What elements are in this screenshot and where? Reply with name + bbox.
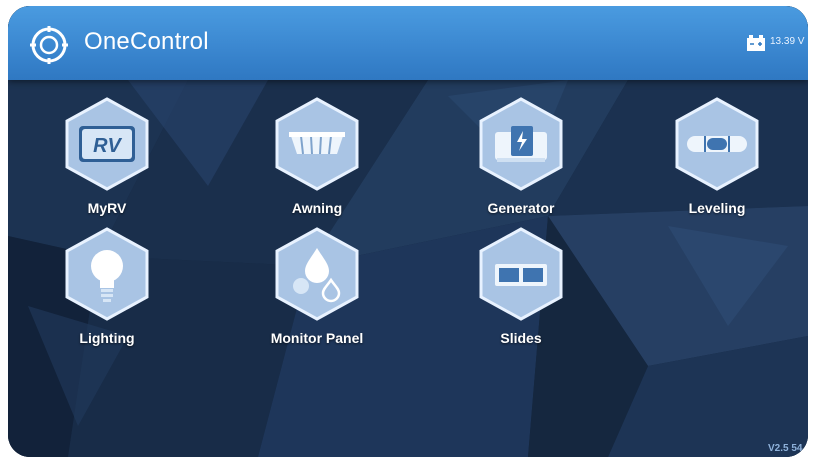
target-logo-icon[interactable] <box>30 26 68 64</box>
tile-label: Leveling <box>688 200 746 216</box>
tile-lighting[interactable]: Lighting <box>42 226 172 346</box>
tile-label: Slides <box>500 330 542 346</box>
rv-logo-icon: RV <box>65 97 149 191</box>
tile-monitor-panel[interactable]: Monitor Panel <box>252 226 382 346</box>
app-screen: OneControl 13.39 V RV MyRV Awning Genera… <box>8 6 808 457</box>
tile-label: MyRV <box>87 200 127 216</box>
tile-label: Generator <box>487 200 555 216</box>
awning-icon <box>275 97 359 191</box>
lightbulb-icon <box>65 227 149 321</box>
version-label: V2.5 54 <box>768 443 803 454</box>
tile-generator[interactable]: Generator <box>456 96 586 216</box>
slides-icon <box>479 227 563 321</box>
leveling-icon <box>675 97 759 191</box>
battery-voltage: 13.39 V <box>770 36 805 47</box>
app-title: OneControl <box>84 28 209 55</box>
svg-text:RV: RV <box>93 135 122 157</box>
tile-label: Monitor Panel <box>270 330 364 346</box>
tile-myrv[interactable]: RV MyRV <box>42 96 172 216</box>
generator-icon <box>479 97 563 191</box>
tile-label: Lighting <box>79 330 135 346</box>
tank-monitor-icon <box>275 227 359 321</box>
tile-leveling[interactable]: Leveling <box>652 96 782 216</box>
tile-awning[interactable]: Awning <box>252 96 382 216</box>
tile-label: Awning <box>291 200 343 216</box>
tile-slides[interactable]: Slides <box>456 226 586 346</box>
battery-icon <box>747 35 765 51</box>
app-header: OneControl 13.39 V <box>8 6 808 80</box>
